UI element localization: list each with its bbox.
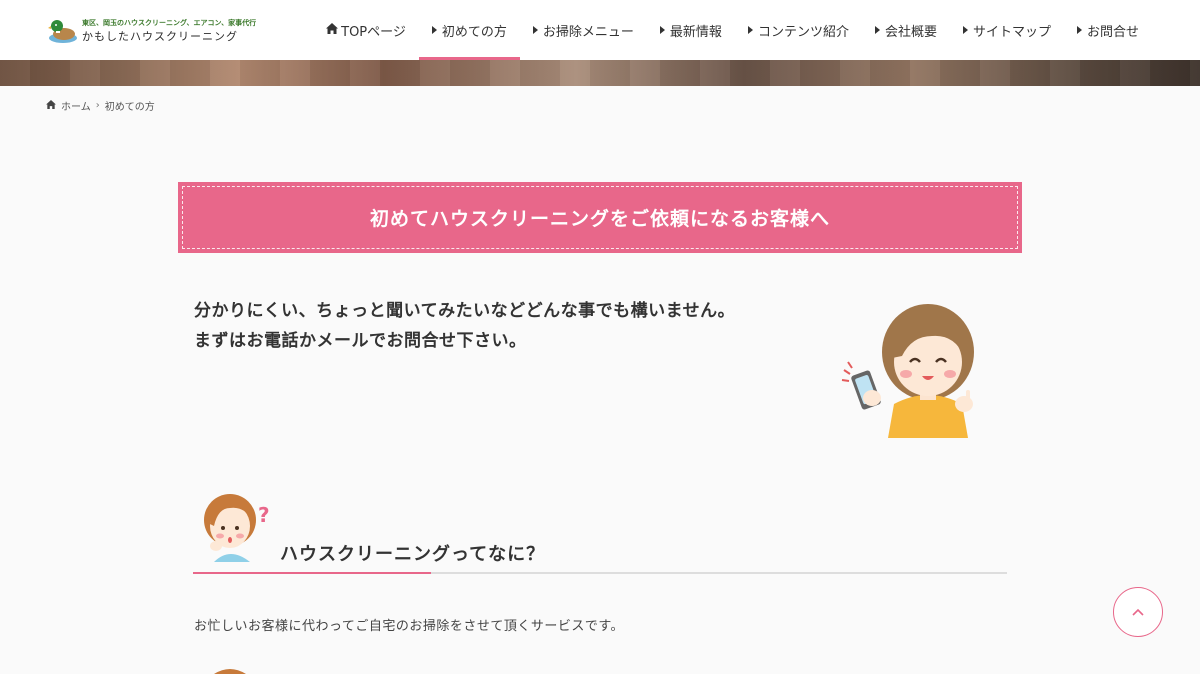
nav-item-sitemap[interactable]: サイトマップ [950, 0, 1064, 60]
nav-item-label: サイトマップ [972, 24, 1051, 40]
nav-item-top[interactable]: TOPページ [313, 0, 419, 60]
breadcrumb: ホーム › 初めての方 [46, 98, 155, 113]
page-title: 初めてハウスクリーニングをご依頼になるお客様へ [369, 208, 830, 230]
site-logo[interactable]: 東区、岡玉のハウスクリーニング、エアコン、家事代行 かもしたハウスクリーニング [48, 16, 256, 46]
nav-item-cleaning-menu[interactable]: お掃除メニュー [520, 0, 647, 60]
home-icon [326, 23, 339, 37]
nav-item-label: 会社概要 [884, 24, 937, 40]
nav-item-label: コンテンツ紹介 [757, 24, 849, 40]
logo-name: かもしたハウスクリーニング [82, 30, 238, 43]
site-header: 東区、岡玉のハウスクリーニング、エアコン、家事代行 かもしたハウスクリーニング … [0, 0, 1200, 60]
svg-text:?: ? [258, 503, 270, 527]
section-divider-accent [193, 572, 431, 574]
nav-item-news[interactable]: 最新情報 [647, 0, 735, 60]
caret-right-icon [874, 26, 880, 34]
caret-right-icon [532, 26, 538, 34]
nav-item-label: お掃除メニュー [542, 24, 634, 40]
logo-tagline: 東区、岡玉のハウスクリーニング、エアコン、家事代行 [82, 19, 257, 27]
caret-right-icon [1076, 26, 1082, 34]
home-icon [46, 99, 56, 112]
caret-right-icon [659, 26, 665, 34]
intro-text: 分かりにくい、ちょっと聞いてみたいなどどんな事でも構いません。 まずはお電話かメ… [194, 296, 814, 356]
banner-frame: 初めてハウスクリーニングをご依頼になるお客様へ [182, 186, 1018, 249]
nav-item-contact[interactable]: お問合せ [1064, 0, 1152, 60]
caret-right-icon [747, 26, 753, 34]
nav-item-company[interactable]: 会社概要 [862, 0, 950, 60]
breadcrumb-home-link[interactable]: ホーム [61, 98, 91, 113]
duck-logo-icon [48, 20, 77, 43]
nav-item-contents[interactable]: コンテンツ紹介 [735, 0, 862, 60]
breadcrumb-current: 初めての方 [104, 102, 155, 113]
woman-with-phone-illustration [841, 304, 974, 438]
chevron-up-icon [1132, 608, 1144, 616]
section-text: お忙しいお客様に代わってご自宅のお掃除をさせて頂くサービスです。 [194, 619, 625, 634]
caret-right-icon [431, 26, 437, 34]
nav-item-first-time[interactable]: 初めての方 [418, 0, 520, 60]
hero-image [0, 60, 1200, 86]
main-nav: TOPページ 初めての方 お掃除メニュー 最新情報 コンテンツ紹介 会社概要 サ… [313, 0, 1152, 60]
nav-item-label: 初めての方 [441, 24, 507, 40]
nav-item-label: お問合せ [1086, 24, 1139, 40]
intro-line-1: 分かりにくい、ちょっと聞いてみたいなどどんな事でも構いません。 [194, 301, 736, 321]
thinking-girl-icon: ? [204, 494, 270, 562]
chevron-right-icon: › [95, 100, 100, 111]
page-banner: 初めてハウスクリーニングをご依頼になるお客様へ [178, 182, 1022, 253]
nav-item-label: TOPページ [341, 24, 406, 40]
nav-item-label: 最新情報 [669, 24, 722, 40]
caret-right-icon [962, 26, 968, 34]
next-section-icon [214, 669, 246, 674]
section-heading: ハウスクリーニングってなに？ [280, 544, 546, 565]
intro-line-2: まずはお電話かメールでお問合せ下さい。 [194, 331, 527, 351]
back-to-top-button[interactable] [1113, 587, 1163, 637]
